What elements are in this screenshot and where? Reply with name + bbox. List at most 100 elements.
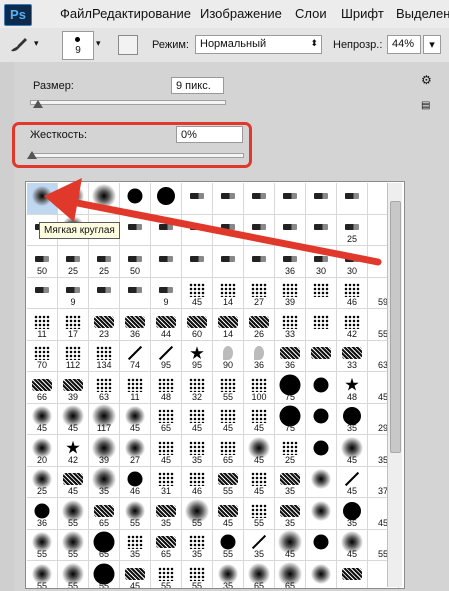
brush-preset-cell[interactable]: 45 [275,529,306,561]
brush-preset-cell[interactable] [306,277,337,309]
brush-preset-cell[interactable]: 46 [120,466,151,498]
brush-preset-cell[interactable] [213,214,244,246]
presets-scrollbar[interactable] [387,183,402,587]
size-slider[interactable] [30,100,226,105]
new-preset-icon[interactable]: ▤ [421,100,430,111]
brush-preset-cell[interactable]: 45 [244,403,275,435]
brush-preset-cell[interactable] [306,529,337,561]
brush-preset-cell[interactable]: 55 [182,561,213,588]
brush-preset-cell[interactable]: 45 [182,403,213,435]
brush-preset-cell[interactable]: 50 [27,246,58,278]
brush-preset-cell[interactable]: 25 [89,246,120,278]
brush-preset-cell[interactable]: 74 [120,340,151,372]
hardness-slider-thumb[interactable] [27,151,37,159]
brush-preset-cell[interactable] [306,498,337,530]
brush-preset-cell[interactable]: 55 [213,466,244,498]
brush-preset-cell[interactable] [27,277,58,309]
brush-preset-cell[interactable]: 35 [213,561,244,588]
brush-preset-cell[interactable]: 55 [182,498,213,530]
brush-preset-cell[interactable]: 11 [120,372,151,404]
brush-preset-cell[interactable] [213,246,244,278]
brush-preset-cell[interactable]: 42 [337,309,368,341]
brush-preset-cell[interactable]: 17 [58,309,89,341]
brush-preset-cell[interactable] [182,214,213,246]
brush-preset-cell[interactable] [89,277,120,309]
brush-preset-cell[interactable]: 55 [151,561,182,588]
brush-preset-cell[interactable]: 35 [275,466,306,498]
brush-preset-cell[interactable] [306,309,337,341]
brush-preset-cell[interactable]: 117 [89,403,120,435]
brush-preset-cell[interactable]: 32 [182,372,213,404]
brush-preset-cell[interactable]: 45 [151,435,182,467]
brush-preset-cell[interactable]: 35 [120,529,151,561]
menu-layer[interactable]: Слои [295,6,327,21]
brush-preset-cell[interactable]: 9 [151,277,182,309]
brush-preset-cell[interactable]: 9 [58,277,89,309]
brush-preset-cell[interactable]: 35 [151,498,182,530]
brush-preset-cell[interactable]: 55 [58,529,89,561]
brush-preset-cell[interactable]: 14 [213,309,244,341]
brush-preset-picker[interactable]: 9 [62,31,94,60]
brush-preset-cell[interactable]: 55 [244,498,275,530]
brush-preset-cell[interactable] [306,435,337,467]
brush-preset-cell[interactable]: 65 [244,561,275,588]
brush-preset-cell[interactable]: 35 [182,529,213,561]
menu-type[interactable]: Шрифт [341,6,384,21]
brush-preset-cell[interactable] [58,183,89,215]
brush-preset-cell[interactable]: 27 [244,277,275,309]
brush-preset-cell[interactable] [337,183,368,215]
brush-preset-cell[interactable]: 35 [244,529,275,561]
brush-preset-cell[interactable] [182,246,213,278]
brush-preset-cell[interactable]: 45 [337,466,368,498]
brush-preset-cell[interactable]: 55 [58,498,89,530]
brush-preset-cell[interactable]: 55 [89,561,120,588]
menu-select[interactable]: Выделение [396,6,449,21]
opacity-input[interactable]: 44% [387,35,421,54]
brush-preset-cell[interactable] [337,561,368,588]
brush-preset-cell[interactable]: 48 [151,372,182,404]
brush-preset-cell[interactable]: 25 [27,466,58,498]
brush-preset-cell[interactable]: 46 [182,466,213,498]
hardness-slider[interactable] [30,153,244,158]
brush-preset-cell[interactable] [151,214,182,246]
brush-preset-cell[interactable]: 31 [151,466,182,498]
brush-preset-cell[interactable]: 45 [244,466,275,498]
brush-preset-cell[interactable]: 112 [58,340,89,372]
brush-preset-cell[interactable]: 55 [58,561,89,588]
size-slider-thumb[interactable] [32,100,43,108]
brush-preset-cell[interactable]: 30 [337,246,368,278]
brush-preset-cell[interactable]: 27 [120,435,151,467]
mode-select[interactable]: Нормальный ⬍ [195,35,322,54]
brush-preset-cell[interactable]: 60 [182,309,213,341]
brush-preset-cell[interactable] [244,246,275,278]
brush-preset-cell[interactable]: 35 [182,435,213,467]
brush-preset-cell[interactable]: 46 [337,277,368,309]
brush-preset-cell[interactable]: 65 [213,435,244,467]
brush-preset-cell[interactable]: 45 [120,561,151,588]
brush-preset-cell[interactable]: 30 [306,246,337,278]
brush-preset-cell[interactable]: 65 [151,529,182,561]
brush-preset-cell[interactable]: 55 [213,529,244,561]
brush-preset-cell[interactable]: 36 [275,246,306,278]
brush-preset-cell[interactable]: 14 [213,277,244,309]
brush-preset-cell[interactable]: 65 [151,403,182,435]
brush-preset-cell[interactable]: 65 [89,529,120,561]
scrollbar-thumb[interactable] [390,201,401,453]
brush-preset-cell[interactable]: 45 [337,435,368,467]
brush-preset-cell[interactable] [275,183,306,215]
opacity-dropdown-button[interactable]: ▾ [423,35,441,54]
brush-preset-cell[interactable]: 35 [89,466,120,498]
brush-preset-cell[interactable] [213,183,244,215]
brush-preset-cell[interactable]: 25 [275,435,306,467]
brush-preset-cell[interactable] [306,403,337,435]
brush-preset-cell[interactable]: 45 [244,435,275,467]
chevron-down-icon[interactable]: ▾ [34,38,39,49]
brush-preset-cell[interactable]: 55 [120,498,151,530]
brush-tool-icon[interactable] [8,36,32,54]
brush-preset-cell[interactable]: 45 [182,277,213,309]
brush-preset-cell[interactable] [120,183,151,215]
brush-preset-cell[interactable] [120,277,151,309]
brush-preset-cell[interactable]: 50 [120,246,151,278]
brush-preset-cell[interactable]: 35 [337,403,368,435]
brush-preset-cell[interactable] [306,340,337,372]
